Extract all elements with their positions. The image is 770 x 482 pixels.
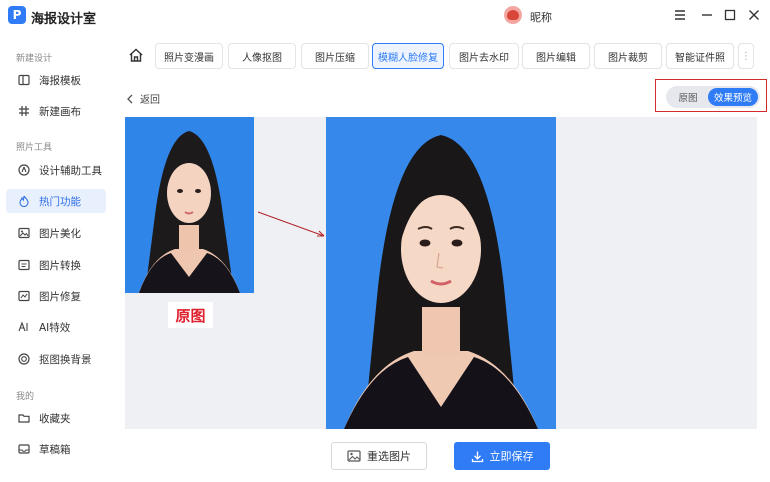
- preview-photo: [326, 117, 556, 429]
- sidebar-item-design-tools[interactable]: 设计辅助工具: [6, 158, 106, 182]
- sidebar-item-label: 草稿箱: [39, 443, 71, 456]
- close-icon[interactable]: [746, 7, 762, 23]
- sidebar-item-label: 海报模板: [39, 74, 81, 87]
- app-logo: P: [8, 6, 26, 24]
- sidebar-item-drafts[interactable]: 草稿箱: [6, 437, 106, 461]
- tab-image-compress[interactable]: 图片压缩: [301, 43, 369, 69]
- sidebar-item-ai-effects[interactable]: AI特效: [6, 315, 106, 339]
- image-icon: [347, 450, 361, 462]
- sidebar-section-photo-tools: 照片工具: [16, 143, 53, 153]
- convert-icon: [18, 259, 30, 271]
- sidebar-item-label: 图片转换: [39, 259, 81, 272]
- reselect-image-button[interactable]: 重选图片: [331, 442, 427, 470]
- user-nickname[interactable]: 昵称: [530, 9, 552, 25]
- tab-photo-to-comic[interactable]: 照片变漫画: [155, 43, 223, 69]
- sidebar-item-label: 收藏夹: [39, 412, 71, 425]
- back-label: 返回: [140, 95, 160, 106]
- sidebar-item-new-canvas[interactable]: 新建画布: [6, 99, 106, 123]
- tab-portrait-cutout[interactable]: 人像抠图: [228, 43, 296, 69]
- sidebar-item-poster-template[interactable]: 海报模板: [6, 68, 106, 92]
- compass-icon: [18, 164, 30, 176]
- tab-blur-face-repair[interactable]: 模糊人脸修复: [372, 43, 444, 69]
- minimize-icon[interactable]: [699, 7, 715, 23]
- tab-image-crop[interactable]: 图片裁剪: [594, 43, 662, 69]
- canvas-icon: [18, 105, 30, 117]
- draft-icon: [18, 443, 30, 455]
- original-caption: 原图: [168, 302, 213, 328]
- view-toggle: 原图 效果预览: [666, 86, 760, 108]
- sidebar-item-label: AI特效: [39, 321, 71, 334]
- back-link[interactable]: 返回: [126, 91, 160, 106]
- ai-icon: [18, 321, 30, 333]
- download-icon: [471, 451, 483, 462]
- tab-remove-watermark[interactable]: 图片去水印: [449, 43, 519, 69]
- sidebar-item-label: 新建画布: [39, 105, 81, 118]
- toggle-original[interactable]: 原图: [669, 88, 707, 106]
- image-beauty-icon: [18, 227, 30, 239]
- sidebar-item-image-beautify[interactable]: 图片美化: [6, 221, 106, 245]
- app-title: 海报设计室: [31, 12, 97, 27]
- sidebar: 新建设计 海报模板 新建画布 照片工具 设计辅助工具 热门功能 图片美化 图片转…: [0, 32, 110, 482]
- sidebar-item-image-repair[interactable]: 图片修复: [6, 284, 106, 308]
- folder-icon: [18, 412, 30, 424]
- sidebar-item-label: 图片修复: [39, 290, 81, 303]
- sidebar-section-mine: 我的: [16, 392, 35, 402]
- title-bar: P 海报设计室 昵称: [0, 0, 770, 32]
- sidebar-item-cutout-background[interactable]: 抠图换背景: [6, 347, 106, 371]
- menu-icon[interactable]: [672, 7, 688, 23]
- cutout-icon: [18, 353, 30, 365]
- sidebar-item-label: 图片美化: [39, 227, 81, 240]
- sidebar-item-label: 设计辅助工具: [39, 164, 102, 177]
- sidebar-item-hot-features[interactable]: 热门功能: [6, 189, 106, 213]
- home-icon[interactable]: [128, 47, 144, 63]
- sidebar-section-new-design: 新建设计: [16, 54, 53, 64]
- maximize-icon[interactable]: [722, 7, 738, 23]
- sidebar-item-favorites[interactable]: 收藏夹: [6, 406, 106, 430]
- save-label: 立即保存: [489, 450, 534, 463]
- tab-image-edit[interactable]: 图片编辑: [522, 43, 590, 69]
- feature-tabs: 照片变漫画 人像抠图 图片压缩 模糊人脸修复 图片去水印 图片编辑 图片裁剪 智…: [110, 32, 770, 78]
- arrow-icon: [257, 211, 325, 237]
- tabs-more-icon[interactable]: ⋮: [738, 43, 754, 69]
- sidebar-item-label: 抠图换背景: [39, 353, 92, 366]
- tab-smart-id-photo[interactable]: 智能证件照: [666, 43, 734, 69]
- chevron-left-icon: [127, 94, 133, 103]
- save-now-button[interactable]: 立即保存: [454, 442, 550, 470]
- template-icon: [18, 74, 30, 86]
- original-photo: [125, 117, 254, 293]
- sidebar-item-image-convert[interactable]: 图片转换: [6, 253, 106, 277]
- repair-icon: [18, 290, 30, 302]
- sidebar-item-label: 热门功能: [39, 195, 81, 208]
- toggle-effect-preview[interactable]: 效果预览: [708, 88, 758, 106]
- reselect-label: 重选图片: [367, 450, 411, 463]
- user-avatar[interactable]: [504, 6, 522, 24]
- flame-icon: [18, 195, 30, 207]
